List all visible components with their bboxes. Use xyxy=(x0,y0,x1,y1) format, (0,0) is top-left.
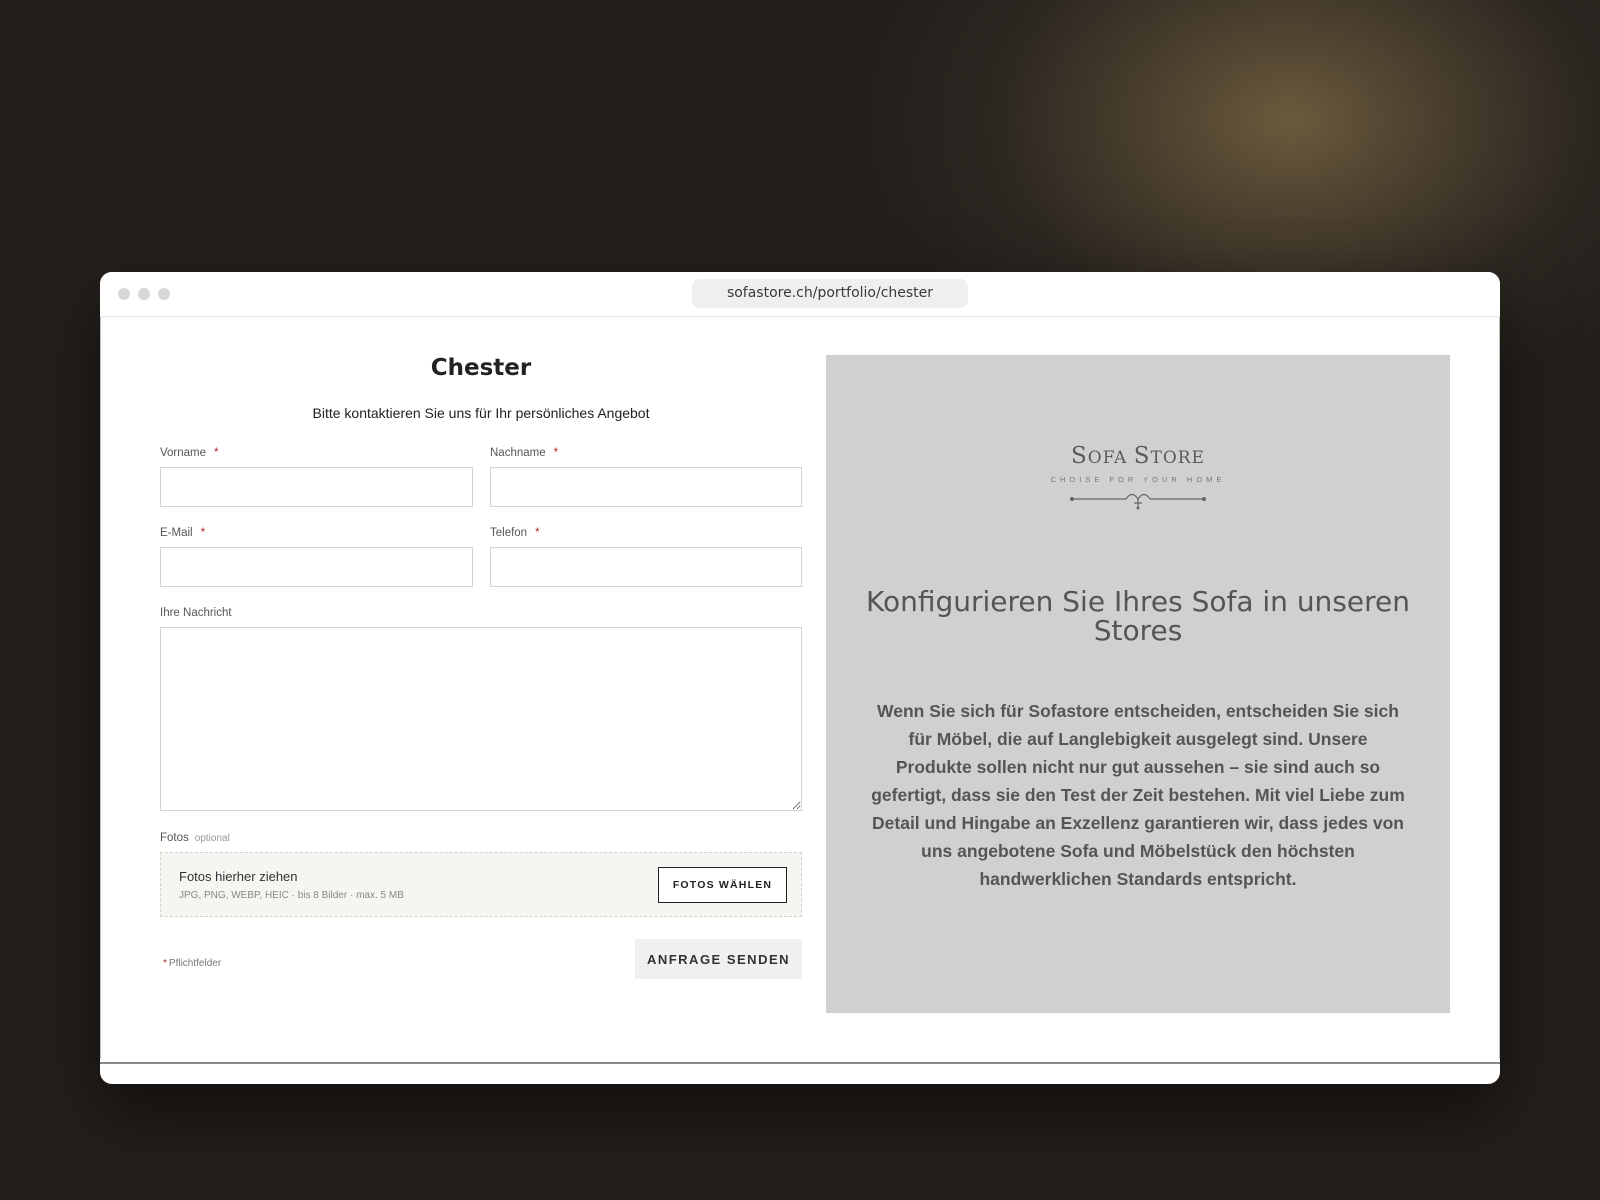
right-edge-line xyxy=(1499,317,1500,1059)
vorname-label: Vorname * xyxy=(160,447,219,459)
submit-button[interactable]: ANFRAGE SENDEN xyxy=(635,939,802,979)
form-subtitle: Bitte kontaktieren Sie uns für Ihr persö… xyxy=(312,405,650,421)
required-mark: * xyxy=(535,527,540,539)
window-controls xyxy=(118,288,170,300)
nachname-label: Nachname * xyxy=(490,447,559,459)
dropzone-title: Fotos hierher ziehen xyxy=(179,869,298,884)
left-edge-line xyxy=(100,317,101,1059)
sofa-store-logo: SOFA STORE CHOISE FOR YOUR HOME xyxy=(1038,443,1238,515)
minimize-dot-icon[interactable] xyxy=(138,288,150,300)
nachname-input[interactable] xyxy=(490,467,802,507)
dropzone-hint: JPG, PNG, WEBP, HEIC · bis 8 Bilder · ma… xyxy=(179,890,404,901)
email-label: E-Mail * xyxy=(160,527,206,539)
close-dot-icon[interactable] xyxy=(118,288,130,300)
ornament-icon xyxy=(1070,493,1206,510)
address-bar[interactable]: sofastore.ch/portfolio/chester xyxy=(692,279,968,308)
page-title: Chester xyxy=(430,355,532,381)
optional-tag: optional xyxy=(194,833,230,844)
required-mark: * xyxy=(200,527,206,539)
required-mark: * xyxy=(553,447,559,459)
choose-photos-button[interactable]: FOTOS WÄHLEN xyxy=(658,867,787,903)
info-panel: SOFA STORE CHOISE FOR YOUR HOME Konfigur… xyxy=(826,355,1450,1013)
nachricht-textarea[interactable] xyxy=(160,627,802,811)
browser-titlebar: sofastore.ch/portfolio/chester xyxy=(100,272,1500,317)
required-fields-note: * Pflichtfelder xyxy=(163,958,222,969)
fotos-label: Fotos optional xyxy=(160,832,230,844)
photo-dropzone[interactable]: Fotos hierher ziehen JPG, PNG, WEBP, HEI… xyxy=(160,852,802,917)
browser-window: sofastore.ch/portfolio/chester Chester B… xyxy=(100,272,1500,1084)
logo-wordmark: SOFA STORE xyxy=(1071,443,1205,469)
telefon-input[interactable] xyxy=(490,547,802,587)
vorname-input[interactable] xyxy=(160,467,473,507)
panel-description: Wenn Sie sich für Sofastore entscheiden,… xyxy=(871,701,1405,889)
bottom-divider xyxy=(100,1062,1500,1064)
panel-heading: Konfigurieren Sie Ihres Sofa in unseren … xyxy=(865,585,1410,647)
maximize-dot-icon[interactable] xyxy=(158,288,170,300)
telefon-label: Telefon * xyxy=(490,527,540,539)
required-mark: * xyxy=(163,958,167,969)
email-input[interactable] xyxy=(160,547,473,587)
nachricht-label: Ihre Nachricht xyxy=(160,607,232,619)
page-content: Chester Bitte kontaktieren Sie uns für I… xyxy=(100,317,1500,1084)
required-mark: * xyxy=(214,447,219,459)
logo-tagline: CHOISE FOR YOUR HOME xyxy=(1050,475,1226,484)
